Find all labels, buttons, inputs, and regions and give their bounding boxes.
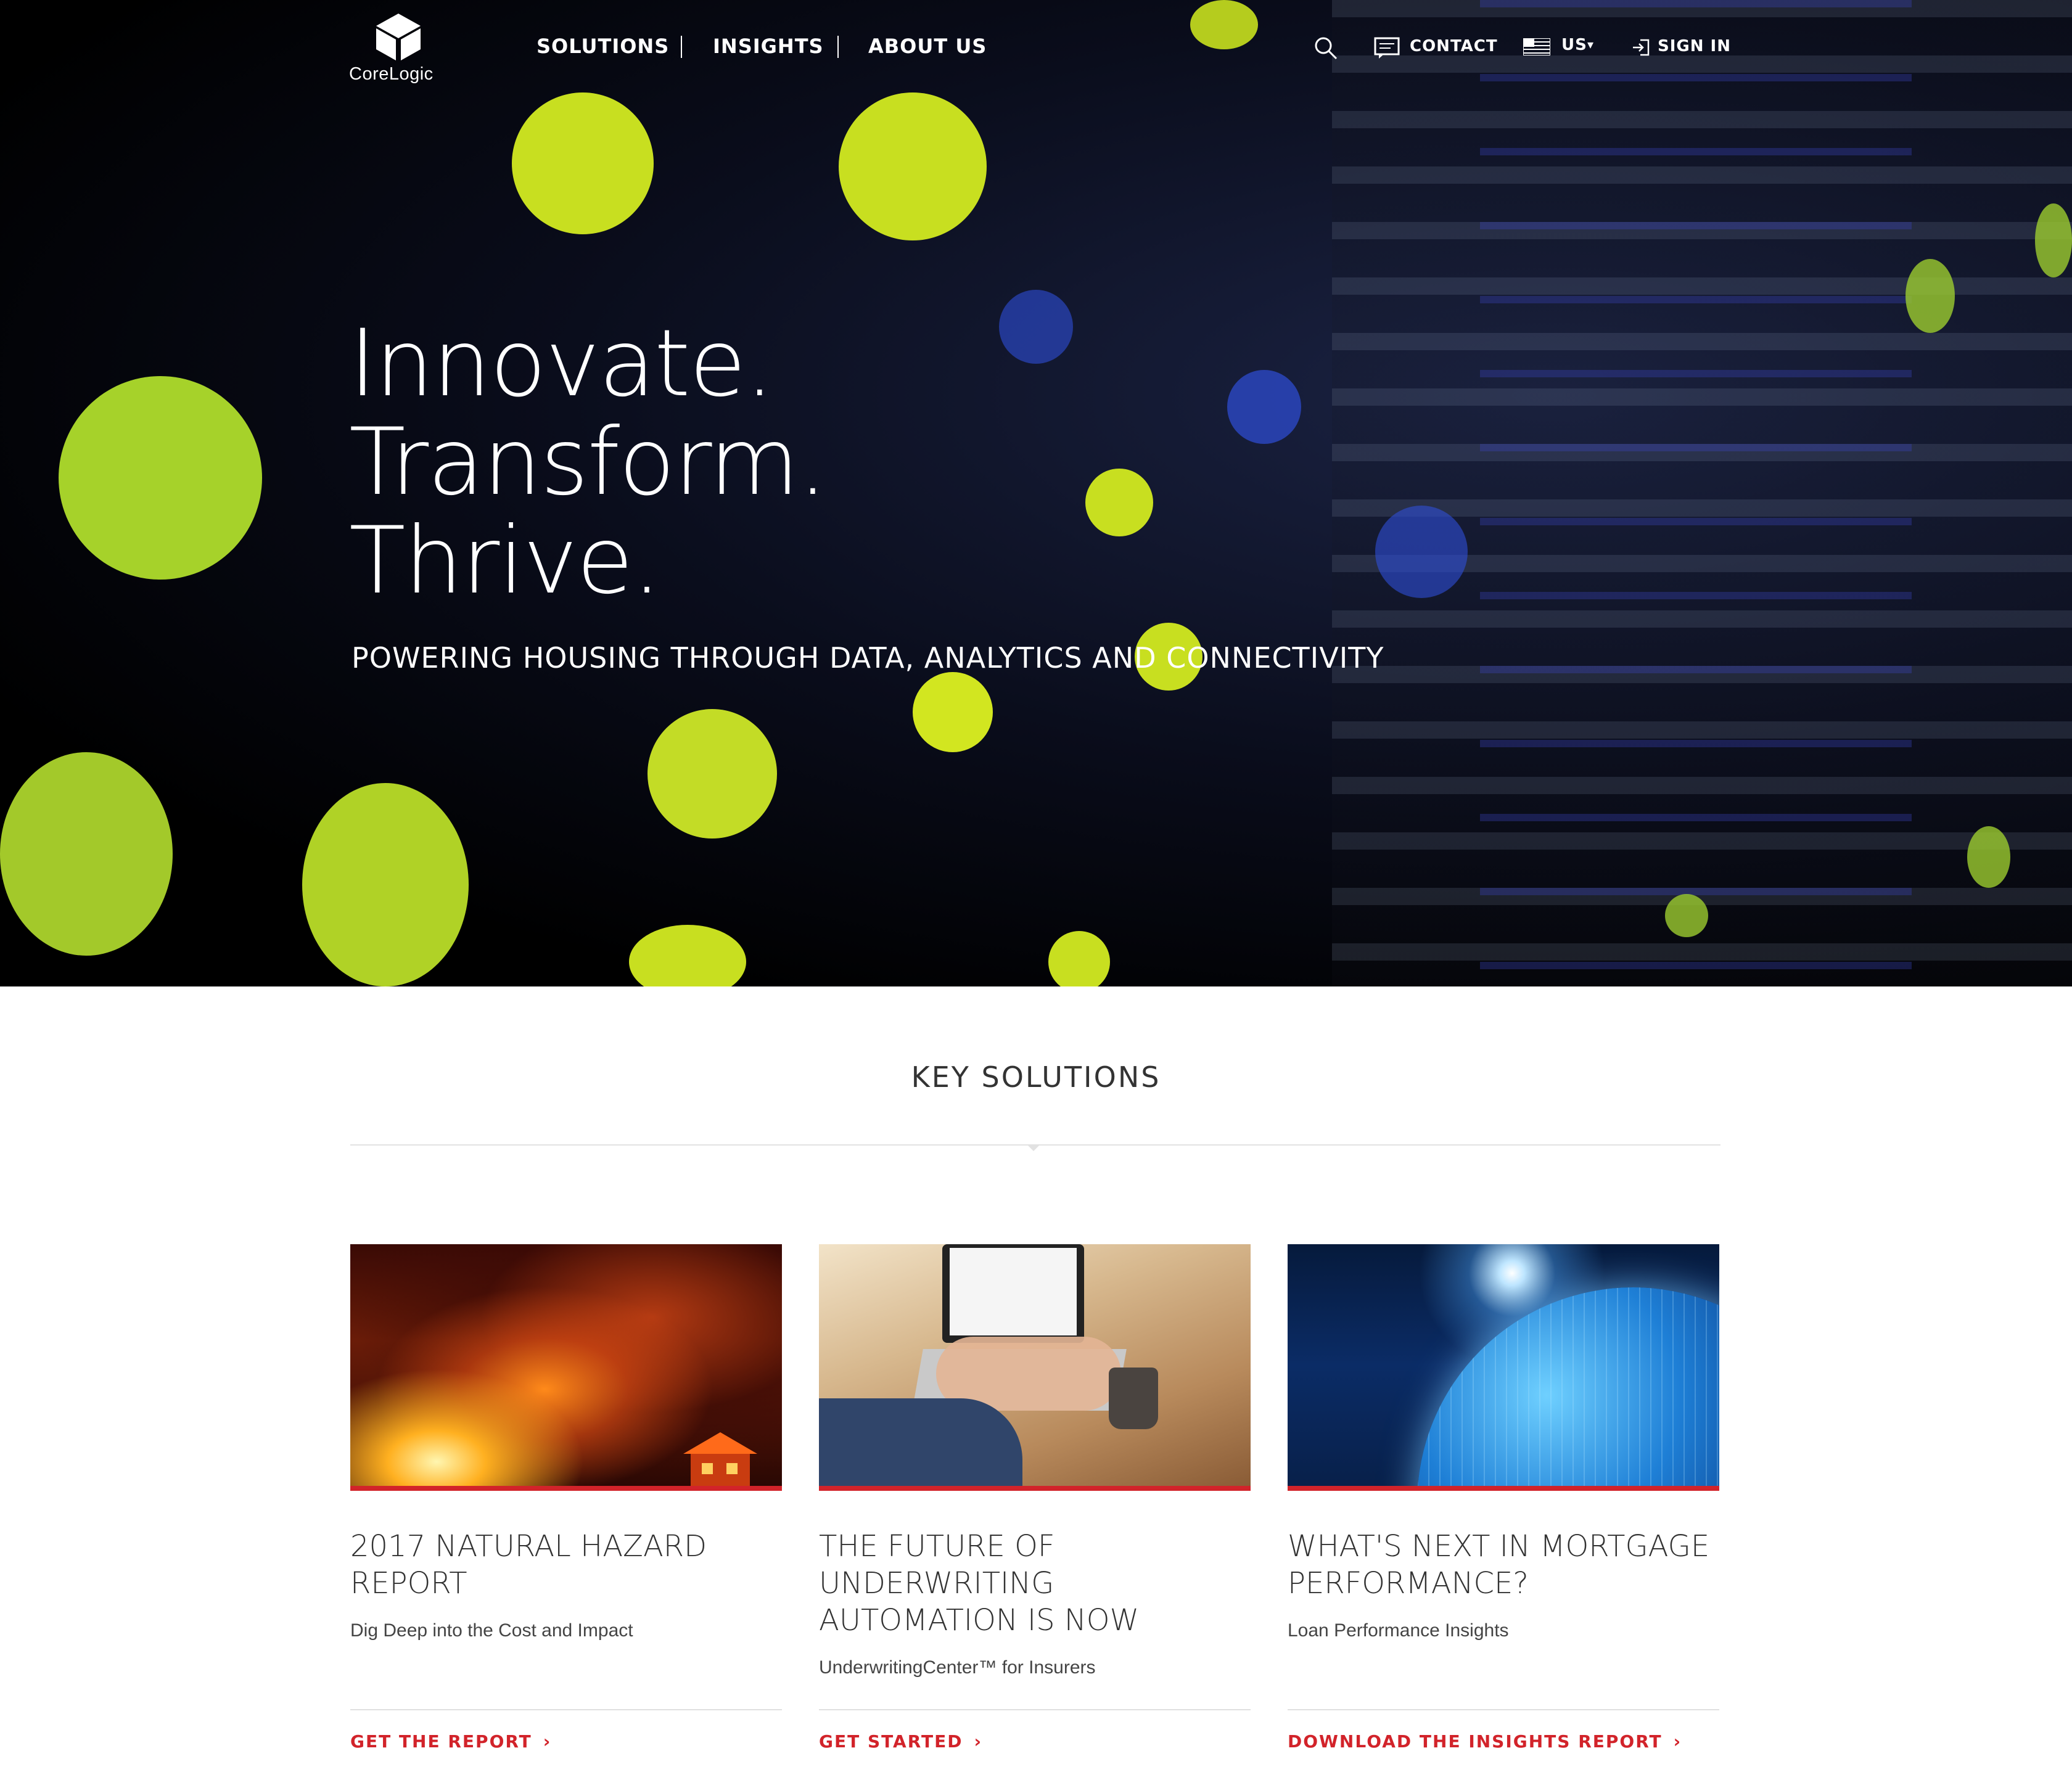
hero-headline: Innovate. Transform. Thrive. [349, 310, 828, 615]
card-subtitle: Dig Deep into the Cost and Impact [350, 1620, 633, 1641]
key-solutions-title: KEY SOLUTIONS [911, 1060, 1161, 1094]
bokeh-light [839, 92, 987, 240]
logo-cube-icon [376, 14, 421, 60]
bokeh-light [302, 783, 469, 986]
nav-divider [837, 36, 839, 58]
card-divider [350, 1709, 782, 1710]
sleeve-shape [819, 1398, 1022, 1486]
hero-line-3: Thrive. [349, 507, 662, 615]
solution-card-mortgage: WHAT'S NEXT IN MORTGAGE PERFORMANCE? Loa… [1288, 1244, 1719, 1768]
card-title[interactable]: THE FUTURE OF UNDERWRITING AUTOMATION IS… [819, 1528, 1251, 1639]
bokeh-light [59, 376, 262, 580]
us-flag-icon[interactable] [1523, 38, 1550, 55]
card-accent-bar [350, 1486, 782, 1491]
section-divider-notch [1027, 1145, 1040, 1151]
solution-card-underwriting: THE FUTURE OF UNDERWRITING AUTOMATION IS… [819, 1244, 1251, 1768]
top-navigation: CoreLogic SOLUTIONS INSIGHTS ABOUT US CO… [0, 0, 2072, 99]
server-lights-bg [1480, 0, 1912, 986]
bokeh-light [2035, 203, 2072, 277]
chevron-right-icon: › [974, 1731, 983, 1752]
bokeh-light [512, 92, 654, 234]
hero-line-2: Transform. [349, 409, 828, 516]
bokeh-light [913, 672, 993, 752]
card-subtitle: UnderwritingCenter™ for Insurers [819, 1657, 1096, 1678]
bokeh-light [0, 752, 173, 956]
laptop-image[interactable] [819, 1244, 1251, 1486]
card-title[interactable]: WHAT'S NEXT IN MORTGAGE PERFORMANCE? [1288, 1528, 1719, 1602]
card-divider [819, 1709, 1251, 1710]
chevron-right-icon: › [543, 1731, 552, 1752]
card-title[interactable]: 2017 NATURAL HAZARD REPORT [350, 1528, 782, 1602]
nav-about-us[interactable]: ABOUT US [868, 35, 987, 58]
bokeh-light [1375, 506, 1468, 598]
bokeh-light [648, 709, 777, 839]
hero-tagline: POWERING HOUSING THROUGH DATA, ANALYTICS… [352, 641, 1384, 675]
card-divider [1288, 1709, 1719, 1710]
contact-icon[interactable] [1374, 37, 1400, 59]
download-insights-report-link[interactable]: DOWNLOAD THE INSIGHTS REPORT › [1288, 1731, 1682, 1752]
bokeh-light [999, 290, 1073, 364]
wildfire-image[interactable] [350, 1244, 782, 1486]
bokeh-light [1227, 370, 1301, 444]
nav-insights[interactable]: INSIGHTS [713, 35, 824, 58]
card-link-label: GET STARTED [819, 1731, 963, 1752]
get-the-report-link[interactable]: GET THE REPORT › [350, 1731, 551, 1752]
hero-line-1: Innovate. [349, 310, 775, 417]
sign-in-icon[interactable] [1632, 38, 1650, 57]
bokeh-light [1665, 894, 1708, 937]
bokeh-light [1967, 826, 2010, 888]
bokeh-light [1048, 931, 1110, 986]
region-selector[interactable]: US [1561, 36, 1587, 54]
nav-divider [681, 36, 682, 58]
card-subtitle: Loan Performance Insights [1288, 1620, 1509, 1641]
solution-card-natural-hazard: 2017 NATURAL HAZARD REPORT Dig Deep into… [350, 1244, 782, 1768]
bokeh-light [629, 925, 746, 986]
bokeh-light [1085, 469, 1153, 536]
mug-shape [1109, 1368, 1158, 1429]
hero-banner: CoreLogic SOLUTIONS INSIGHTS ABOUT US CO… [0, 0, 2072, 986]
logo-wordmark: CoreLogic [349, 64, 434, 84]
contact-link[interactable]: CONTACT [1410, 37, 1498, 55]
get-started-link[interactable]: GET STARTED › [819, 1731, 982, 1752]
chevron-right-icon: › [1673, 1731, 1682, 1752]
card-accent-bar [1288, 1486, 1719, 1491]
card-accent-bar [819, 1486, 1251, 1491]
globe-grid-shape [1417, 1287, 1719, 1486]
caret-down-icon[interactable]: ▾ [1587, 37, 1593, 52]
search-icon[interactable] [1314, 36, 1338, 60]
bokeh-light [1906, 259, 1955, 333]
globe-image[interactable] [1288, 1244, 1719, 1486]
sign-in-link[interactable]: SIGN IN [1658, 37, 1731, 55]
burning-house-shape [683, 1432, 757, 1486]
card-link-label: GET THE REPORT [350, 1731, 532, 1752]
nav-solutions[interactable]: SOLUTIONS [536, 35, 669, 58]
card-link-label: DOWNLOAD THE INSIGHTS REPORT [1288, 1731, 1663, 1752]
corelogic-logo[interactable]: CoreLogic [349, 12, 454, 92]
laptop-screen-shape [950, 1248, 1077, 1335]
